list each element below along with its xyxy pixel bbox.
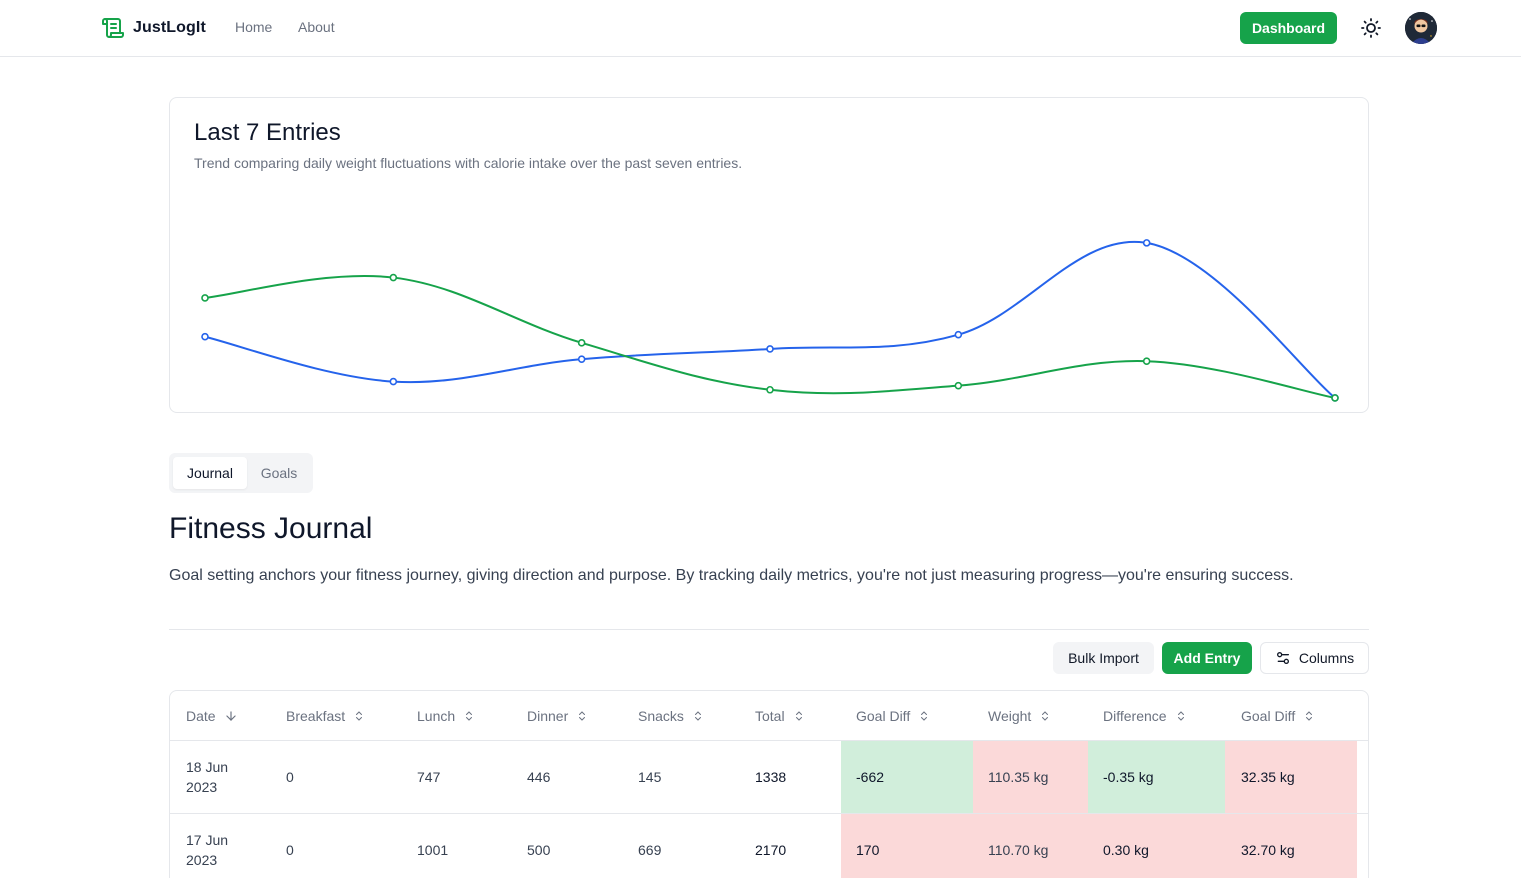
cell-dinner: 446 bbox=[527, 769, 551, 785]
sort-chevrons-icon bbox=[1306, 710, 1313, 721]
column-header-label: Goal Diff bbox=[1241, 707, 1296, 724]
column-header-goal-diff[interactable]: Goal Diff bbox=[856, 691, 930, 740]
view-tabs: Journal Goals bbox=[169, 453, 313, 493]
table-row[interactable]: 17 Jun 2023 0 1001 500 669 2170 170 110.7… bbox=[170, 813, 1368, 878]
data-point[interactable] bbox=[1331, 394, 1339, 402]
sort-chevrons-icon bbox=[795, 710, 802, 721]
date-day: 18 Jun bbox=[186, 759, 229, 775]
data-point[interactable] bbox=[766, 385, 774, 394]
column-header-snacks[interactable]: Snacks bbox=[638, 691, 704, 740]
data-point[interactable] bbox=[766, 345, 774, 353]
column-header-label: Dinner bbox=[527, 707, 569, 724]
sort-chevrons-icon bbox=[1177, 710, 1184, 721]
date-year: 2023 bbox=[186, 852, 218, 868]
avatar[interactable] bbox=[1405, 12, 1437, 44]
cell-difference: 0.30 kg bbox=[1103, 842, 1149, 858]
sort-chevrons-icon bbox=[694, 710, 701, 721]
add-entry-button[interactable]: Add Entry bbox=[1162, 642, 1252, 674]
nav-link-home[interactable]: Home bbox=[235, 19, 272, 35]
top-navbar: JustLogIt Home About Dashboard bbox=[0, 0, 1521, 57]
sort-chevrons-icon bbox=[1042, 710, 1049, 721]
sliders-icon bbox=[1276, 652, 1289, 664]
cell-goal-diff: -662 bbox=[856, 769, 885, 785]
column-header-label: Snacks bbox=[638, 707, 684, 724]
data-point[interactable] bbox=[389, 273, 398, 282]
avatar-image-icon bbox=[1405, 12, 1437, 44]
data-point[interactable] bbox=[201, 332, 209, 341]
sun-icon[interactable] bbox=[1359, 16, 1383, 40]
column-header-weight[interactable]: Weight bbox=[988, 691, 1051, 740]
sort-chevrons-icon bbox=[466, 710, 473, 721]
table-row[interactable]: 18 Jun 2023 0 747 446 145 1338 -662 110.3… bbox=[170, 740, 1368, 814]
data-point[interactable] bbox=[577, 355, 586, 363]
columns-button-label: Columns bbox=[1298, 650, 1355, 666]
cell-total: 2170 bbox=[755, 842, 787, 858]
cell-weight: 110.70 kg bbox=[988, 842, 1049, 858]
cell-total: 1338 bbox=[755, 769, 787, 785]
column-header-label: Breakfast bbox=[286, 707, 346, 724]
bulk-import-button[interactable]: Bulk Import bbox=[1053, 642, 1154, 674]
tab-journal[interactable]: Journal bbox=[173, 457, 247, 489]
cell-difference: -0.35 kg bbox=[1103, 769, 1154, 785]
cell-goal-diff: 170 bbox=[856, 842, 880, 858]
cell-breakfast: 0 bbox=[286, 842, 294, 858]
page-description: Goal setting anchors your fitness journe… bbox=[169, 567, 1294, 584]
data-point[interactable] bbox=[577, 339, 586, 347]
sort-chevrons-icon bbox=[579, 710, 586, 721]
arrow-down-icon bbox=[225, 710, 236, 721]
date-year: 2023 bbox=[186, 779, 218, 795]
tab-goals[interactable]: Goals bbox=[251, 457, 307, 489]
sort-chevrons-icon bbox=[921, 710, 928, 721]
column-header-total[interactable]: Total bbox=[755, 691, 805, 740]
data-point[interactable] bbox=[954, 381, 963, 390]
cell-lunch: 1001 bbox=[417, 842, 449, 858]
column-header-lunch[interactable]: Lunch bbox=[417, 691, 475, 740]
cell-date: 18 Jun 2023 bbox=[186, 741, 266, 813]
column-header-label: Goal Diff bbox=[856, 707, 911, 724]
dashboard-button[interactable]: Dashboard bbox=[1240, 12, 1337, 44]
trend-line-chart bbox=[201, 239, 1339, 402]
column-header-label: Total bbox=[755, 707, 785, 724]
date-day: 17 Jun bbox=[186, 832, 229, 848]
brand[interactable]: JustLogIt bbox=[101, 16, 206, 40]
data-point[interactable] bbox=[201, 294, 209, 302]
data-point[interactable] bbox=[1142, 239, 1151, 247]
cell-lunch: 747 bbox=[417, 769, 441, 785]
cell-weight-goal-diff: 32.70 kg bbox=[1241, 842, 1295, 858]
page-title: Fitness Journal bbox=[169, 512, 373, 545]
column-header-date[interactable]: Date bbox=[186, 691, 238, 740]
cell-snacks: 669 bbox=[638, 842, 662, 858]
nav-link-about[interactable]: About bbox=[298, 19, 335, 35]
brand-name: JustLogIt bbox=[133, 19, 206, 36]
series-line-0 bbox=[204, 240, 1336, 399]
cell-weight: 110.35 kg bbox=[988, 769, 1049, 785]
cell-breakfast: 0 bbox=[286, 769, 294, 785]
column-header-label: Date bbox=[186, 707, 216, 724]
column-header-breakfast[interactable]: Breakfast bbox=[286, 691, 365, 740]
column-header-weight-goal-diff[interactable]: Goal Diff bbox=[1241, 691, 1315, 740]
sort-chevrons-icon bbox=[356, 710, 363, 721]
divider bbox=[169, 629, 1369, 630]
column-header-dinner[interactable]: Dinner bbox=[527, 691, 588, 740]
data-point[interactable] bbox=[1142, 357, 1151, 366]
column-header-label: Weight bbox=[988, 707, 1032, 724]
cell-date: 17 Jun 2023 bbox=[186, 814, 266, 878]
chart-card: Last 7 Entries Trend comparing daily wei… bbox=[169, 97, 1369, 413]
data-point[interactable] bbox=[954, 330, 963, 339]
columns-button[interactable]: Columns bbox=[1260, 642, 1369, 674]
journal-table: Date Breakfast Lunch Dinner Snacks Total… bbox=[169, 690, 1369, 878]
scroll-logo-icon bbox=[102, 18, 124, 38]
column-header-label: Difference bbox=[1103, 707, 1167, 724]
data-point[interactable] bbox=[389, 377, 398, 386]
cell-weight-goal-diff: 32.35 kg bbox=[1241, 769, 1295, 785]
column-header-label: Lunch bbox=[417, 707, 456, 724]
cell-snacks: 145 bbox=[638, 769, 662, 785]
cell-dinner: 500 bbox=[527, 842, 551, 858]
column-header-difference[interactable]: Difference bbox=[1103, 691, 1187, 740]
